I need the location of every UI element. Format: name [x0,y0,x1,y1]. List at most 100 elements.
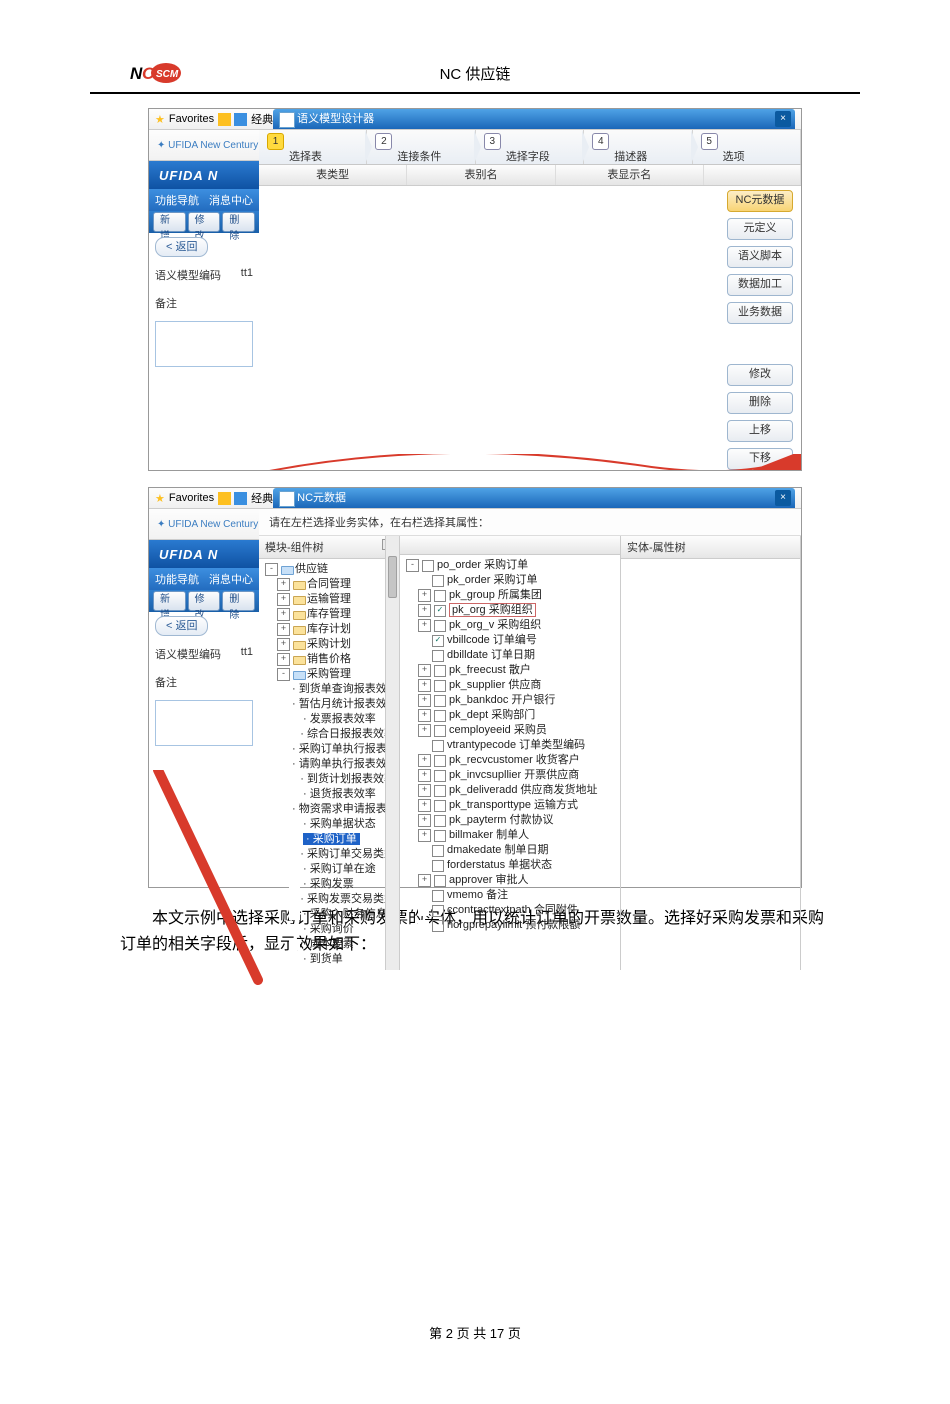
checkbox[interactable] [432,845,444,857]
tree-node[interactable]: +库存计划 [265,622,395,637]
entity-tree[interactable]: -po_order 采购订单pk_order 采购订单+pk_group 所属集… [400,536,621,970]
back-button[interactable]: < 返回 [155,237,208,257]
tree-node[interactable]: · 采购订单交易类型 [265,847,395,862]
remove-button[interactable]: 删除 [727,392,793,414]
tree-node[interactable]: -供应链 [265,562,395,577]
edit-button[interactable]: 修改 [188,212,221,232]
tree-node[interactable]: +pk_transporttype 运输方式 [406,798,616,813]
tree-node[interactable]: +采购计划 [265,637,395,652]
expand-icon[interactable]: + [277,638,290,651]
expand-icon[interactable]: - [277,668,290,681]
tree-node[interactable]: +pk_bankdoc 开户银行 [406,693,616,708]
tree-node[interactable]: · 综合日报报表效率 [265,727,395,742]
tree-node[interactable]: ccontracttextpath 合同附件 [406,903,616,918]
expand-icon[interactable]: + [418,619,431,632]
metadef-button[interactable]: 元定义 [727,218,793,240]
checkbox[interactable] [434,830,446,842]
tree-node[interactable]: -采购管理 [265,667,395,682]
expand-icon[interactable]: + [418,664,431,677]
delete-button[interactable]: 删除 [222,212,255,232]
nc-metadata-button[interactable]: NC元数据 [727,190,793,212]
expand-icon[interactable]: + [418,589,431,602]
expand-icon[interactable]: + [418,769,431,782]
tree-node[interactable]: · 采购入财务信息 [265,907,395,922]
tree-node[interactable]: norgprepaylimit 预付款限额 [406,918,616,933]
tree-node[interactable]: +pk_org_v 采购组织 [406,618,616,633]
tree-node[interactable]: +cemployeeid 采购员 [406,723,616,738]
step-2[interactable]: 2连接条件 [367,130,475,164]
tree-node[interactable]: +pk_payterm 付款协议 [406,813,616,828]
expand-icon[interactable]: - [265,563,278,576]
tree-node[interactable]: · 采购询价 [265,922,395,937]
tree-node[interactable]: · 到货计划报表效率 [265,772,395,787]
checkbox[interactable] [434,875,446,887]
tree-node[interactable]: +库存管理 [265,607,395,622]
tree-node[interactable]: forderstatus 单据状态 [406,858,616,873]
tree-node[interactable]: · 采购订单 [265,832,395,847]
checkbox[interactable] [422,560,434,572]
dataproc-button[interactable]: 数据加工 [727,274,793,296]
expand-icon[interactable]: + [418,829,431,842]
tree-node[interactable]: vtrantypecode 订单类型编码 [406,738,616,753]
checkbox[interactable] [434,815,446,827]
checkbox[interactable] [434,695,446,707]
tree-node[interactable]: · 请购单执行报表效率 [265,757,395,772]
checkbox[interactable] [432,920,444,932]
tree-node[interactable]: +销售价格 [265,652,395,667]
tree-node[interactable]: +✓pk_org 采购组织 [406,603,616,618]
expand-icon[interactable]: + [418,754,431,767]
expand-icon[interactable]: + [277,608,290,621]
tree-node[interactable]: +pk_group 所属集团 [406,588,616,603]
tree-node[interactable]: dmakedate 制单日期 [406,843,616,858]
tree-node[interactable]: · 采购订单在途 [265,862,395,877]
tree-node[interactable]: · 成本要素 [265,937,395,952]
checkbox[interactable] [434,590,446,602]
expand-icon[interactable]: + [418,784,431,797]
tree-node[interactable]: +合同管理 [265,577,395,592]
expand-icon[interactable]: + [418,694,431,707]
expand-icon[interactable]: + [418,874,431,887]
close-icon[interactable]: × [775,490,791,506]
checkbox[interactable] [434,725,446,737]
checkbox[interactable] [432,575,444,587]
tree-node[interactable]: +billmaker 制单人 [406,828,616,843]
module-tree[interactable]: 模块-组件树 -供应链+合同管理+运输管理+库存管理+库存计划+采购计划+销售价… [259,536,400,970]
expand-icon[interactable]: + [418,799,431,812]
step-5[interactable]: 5选项 [693,130,801,164]
tree-node[interactable]: +运输管理 [265,592,395,607]
expand-icon[interactable]: + [418,679,431,692]
checkbox[interactable] [434,800,446,812]
nav-msg[interactable]: 消息中心 [209,192,253,208]
tree-node[interactable]: · 暂估月统计报表效率 [265,697,395,712]
checkbox[interactable] [434,710,446,722]
tree-node[interactable]: · 采购订单执行报表效率 [265,742,395,757]
checkbox[interactable] [434,770,446,782]
nav-func[interactable]: 功能导航 [155,192,199,208]
script-button[interactable]: 语义脚本 [727,246,793,268]
expand-icon[interactable]: + [418,709,431,722]
checkbox[interactable] [434,680,446,692]
add-button[interactable]: 新增 [153,212,186,232]
bizdata-button[interactable]: 业务数据 [727,302,793,324]
checkbox[interactable] [432,740,444,752]
expand-icon[interactable]: + [418,724,431,737]
tree-node[interactable]: ✓vbillcode 订单编号 [406,633,616,648]
modify-button[interactable]: 修改 [727,364,793,386]
expand-icon[interactable]: + [277,593,290,606]
checkbox[interactable] [434,620,446,632]
checkbox[interactable] [434,755,446,767]
tree-node[interactable]: +pk_supplier 供应商 [406,678,616,693]
expand-icon[interactable]: + [277,578,290,591]
checkbox[interactable]: ✓ [432,635,444,647]
step-1[interactable]: 1选择表 [259,130,367,164]
checkbox[interactable] [434,785,446,797]
close-icon[interactable]: × [775,111,791,127]
tree-node[interactable]: dbilldate 订单日期 [406,648,616,663]
tree-node[interactable]: · 退货报表效率 [265,787,395,802]
tree-node[interactable]: +pk_deliveradd 供应商发货地址 [406,783,616,798]
tree-node[interactable]: +pk_recvcustomer 收货客户 [406,753,616,768]
expand-icon[interactable]: + [277,653,290,666]
tree-node[interactable]: · 到货单查询报表效率 [265,682,395,697]
checkbox[interactable] [434,665,446,677]
tree-node[interactable]: +pk_invcsupllier 开票供应商 [406,768,616,783]
